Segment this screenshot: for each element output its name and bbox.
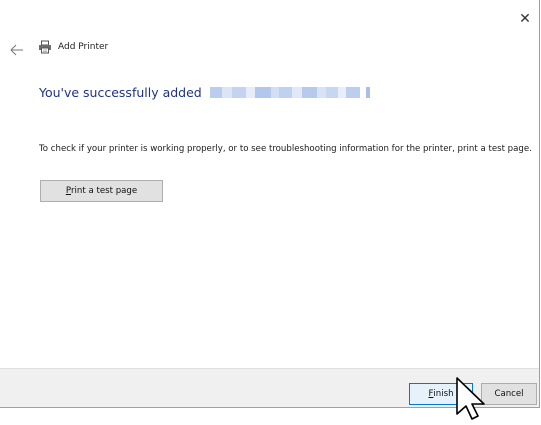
- wizard-title-text: Add Printer: [58, 42, 109, 52]
- close-icon: ✕: [519, 11, 531, 27]
- wizard-title: Add Printer: [38, 38, 108, 56]
- cancel-button[interactable]: Cancel: [481, 383, 537, 405]
- print-test-page-label: rint a test page: [71, 186, 138, 196]
- finish-label: inish: [433, 389, 454, 399]
- back-arrow-icon: [10, 44, 23, 56]
- close-button[interactable]: ✕: [518, 12, 532, 26]
- instruction-text: To check if your printer is working prop…: [39, 144, 532, 154]
- add-printer-window: ✕ Add Printer You've successfully added: [0, 0, 540, 408]
- back-button[interactable]: [9, 41, 25, 56]
- redacted-printer-name: [209, 87, 370, 99]
- mouse-cursor-icon: [456, 377, 485, 420]
- print-test-page-button[interactable]: Print a test page: [40, 180, 163, 202]
- printer-icon: [39, 40, 51, 54]
- success-heading: You've successfully added: [39, 85, 370, 100]
- success-heading-text: You've successfully added: [39, 85, 202, 100]
- cancel-label: Cancel: [494, 389, 524, 399]
